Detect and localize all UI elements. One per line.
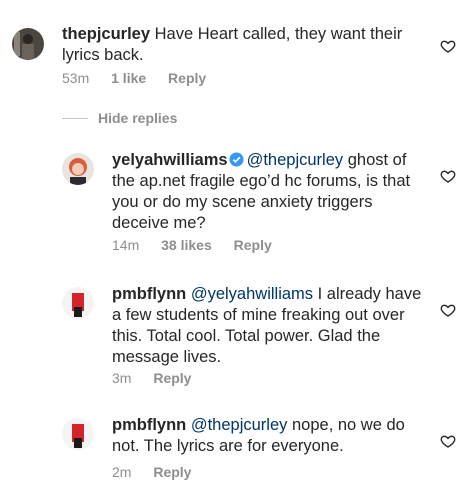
comment-text: pmbflynn @thepjcurley nope, no we do not… <box>112 415 422 457</box>
heart-icon[interactable] <box>440 302 456 318</box>
username[interactable]: thepjcurley <box>62 25 150 43</box>
avatar[interactable] <box>62 287 94 319</box>
comment-text: yelyahwilliams @thepjcurley ghost of the … <box>112 150 422 234</box>
reply-button[interactable]: Reply <box>153 370 191 386</box>
comment-text: pmbflynn @yelyahwilliams I already have … <box>112 284 424 368</box>
timestamp[interactable]: 3m <box>112 370 131 386</box>
comment-text: thepjcurley Have Heart called, they want… <box>62 24 412 66</box>
avatar[interactable] <box>12 28 44 60</box>
avatar[interactable] <box>62 153 94 185</box>
reply-button[interactable]: Reply <box>234 237 272 253</box>
divider-line <box>62 117 88 119</box>
heart-icon[interactable] <box>440 38 456 54</box>
reply-button[interactable]: Reply <box>168 70 206 86</box>
mention-link[interactable]: @yelyahwilliams <box>191 285 313 303</box>
heart-icon[interactable] <box>440 168 456 184</box>
comment-meta: 53m 1 like Reply <box>62 70 224 86</box>
comment-meta: 14m 38 likes Reply <box>112 237 290 253</box>
reply-button[interactable]: Reply <box>153 464 191 480</box>
heart-icon[interactable] <box>440 433 456 449</box>
comment-meta: 3m Reply <box>112 370 209 386</box>
username[interactable]: yelyahwilliams <box>112 151 228 169</box>
hide-replies-label: Hide replies <box>98 110 178 126</box>
comment-meta: 2m Reply <box>112 464 209 480</box>
likes-count[interactable]: 38 likes <box>161 237 212 253</box>
mention-link[interactable]: @thepjcurley <box>191 416 288 434</box>
timestamp[interactable]: 2m <box>112 464 131 480</box>
verified-badge-icon <box>229 152 244 167</box>
mention-link[interactable]: @thepjcurley <box>247 151 344 169</box>
timestamp[interactable]: 53m <box>62 70 89 86</box>
hide-replies-button[interactable]: Hide replies <box>62 110 177 126</box>
likes-count[interactable]: 1 like <box>111 70 146 86</box>
username[interactable]: pmbflynn <box>112 416 186 434</box>
timestamp[interactable]: 14m <box>112 237 139 253</box>
username[interactable]: pmbflynn <box>112 285 186 303</box>
avatar[interactable] <box>62 418 94 450</box>
